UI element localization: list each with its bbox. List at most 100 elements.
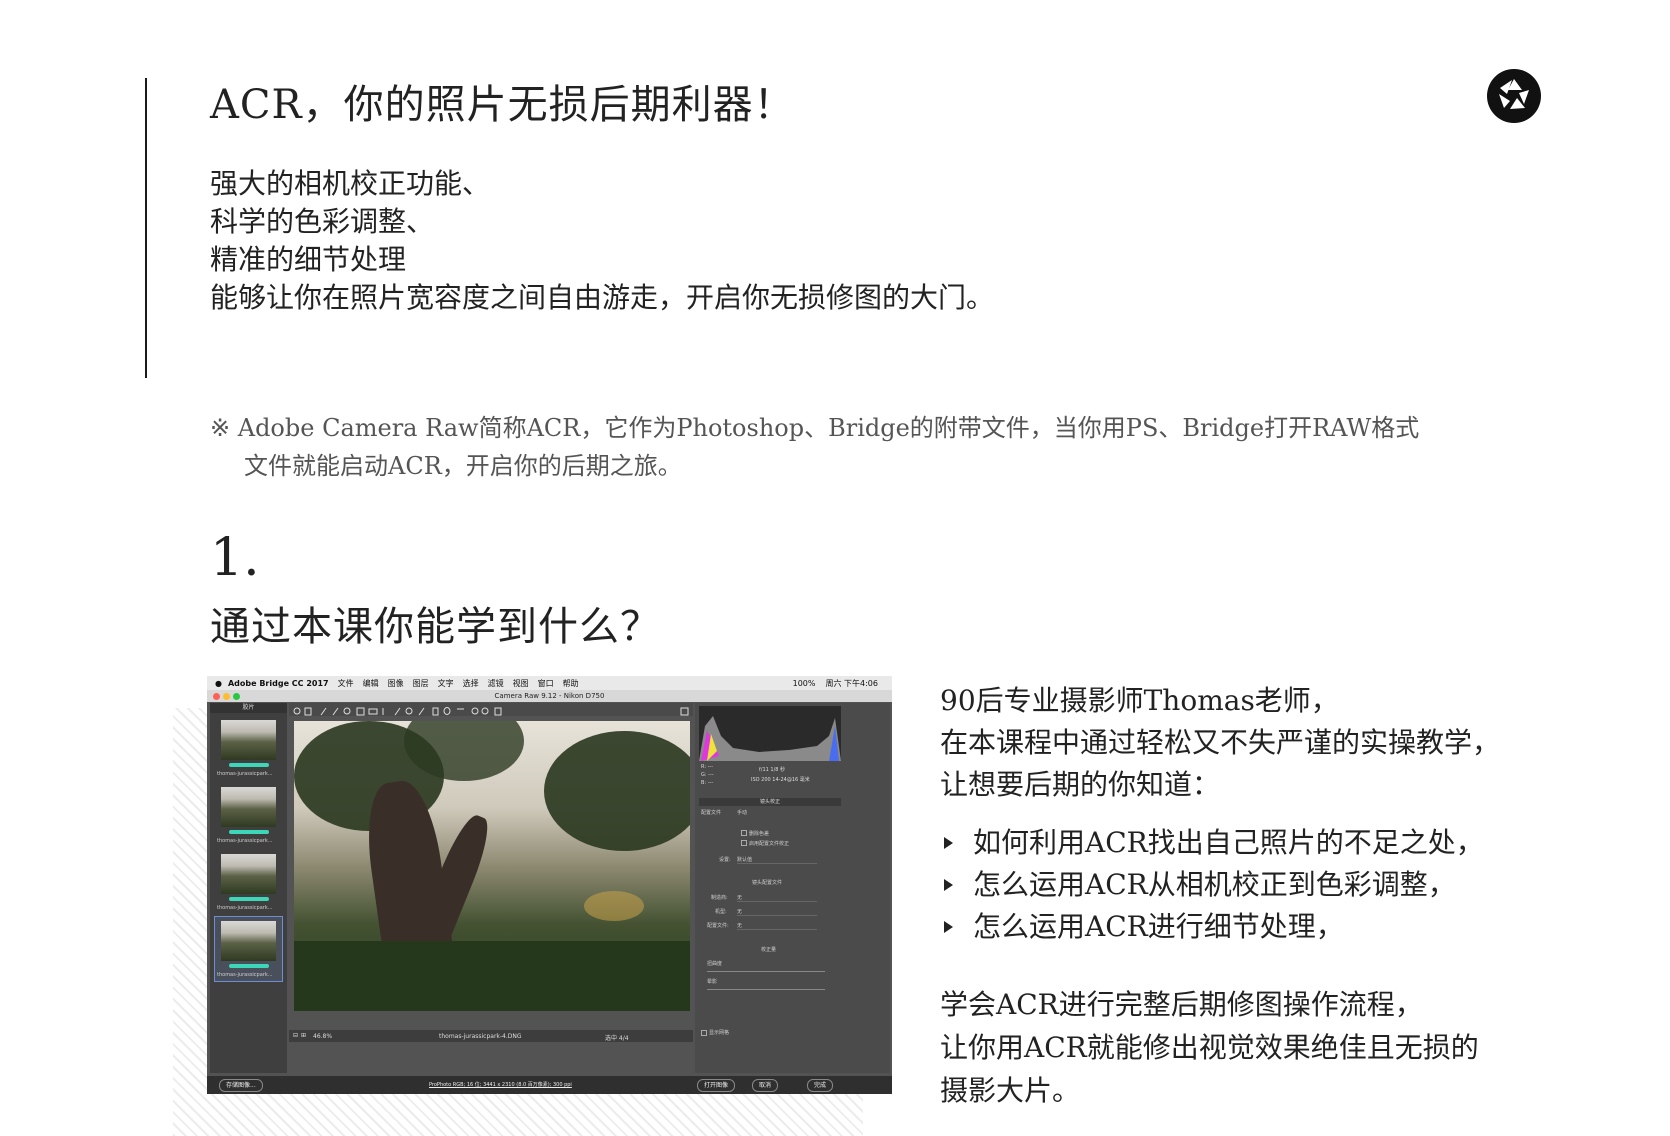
rotate-right-icon[interactable] [481, 707, 489, 715]
thumbnail-image [221, 720, 276, 760]
rotate-left-icon[interactable] [471, 707, 479, 715]
menu-item[interactable]: 图像 [388, 678, 404, 689]
crop-tool-icon[interactable] [356, 707, 365, 716]
setting-label: 设置: [719, 857, 731, 863]
close-window-button[interactable] [213, 693, 220, 700]
thumbnail-image [221, 854, 276, 894]
hand-tool-icon[interactable] [304, 707, 312, 716]
intro-text-line: 让想要后期的你知道： [940, 768, 1221, 801]
zoom-tool-icon[interactable] [293, 707, 301, 715]
distortion-slider[interactable] [707, 971, 825, 972]
gradient-filter-icon[interactable] [432, 707, 439, 716]
rating-dots[interactable] [229, 830, 269, 834]
zoom-window-button[interactable] [233, 693, 240, 700]
menu-item[interactable]: 编辑 [363, 678, 379, 689]
fullscreen-icon[interactable] [680, 707, 689, 716]
profile-correction-label: 启用配置文件校正 [749, 841, 790, 847]
mac-menubar: ● Adobe Bridge CC 2017 文件 编辑 图像 图层 文字 选择… [207, 676, 892, 690]
zoom-plus-icon[interactable]: ⊞ [301, 1032, 306, 1039]
thumbnail-label: thomas-jurassicpark... [217, 905, 273, 911]
menu-item[interactable]: 视图 [513, 678, 529, 689]
cancel-button[interactable]: 取消 [752, 1079, 779, 1092]
profile-correction-checkbox[interactable] [741, 840, 747, 846]
acr-note: ※ Adobe Camera Raw简称ACR，它作为Photoshop、Bri… [210, 409, 1520, 485]
target-adjust-icon[interactable] [343, 707, 351, 715]
menu-item[interactable]: 滤镜 [488, 678, 504, 689]
radial-filter-icon[interactable] [443, 707, 451, 715]
tab-manual[interactable]: 手动 [737, 809, 747, 816]
tab-profile[interactable]: 配置文件 [701, 809, 721, 816]
preview-photo[interactable] [294, 721, 690, 1011]
intro-line: 精准的细节处理 [210, 243, 407, 276]
straighten-tool-icon[interactable] [368, 708, 378, 715]
save-image-button[interactable]: 存储图像... [219, 1079, 263, 1092]
course-outcome: 学会ACR进行完整后期修图操作流程， 让你用ACR就能修出视觉效果绝佳且无损的 … [940, 983, 1479, 1112]
note-line-1: ※ Adobe Camera Raw简称ACR，它作为Photoshop、Bri… [210, 414, 1420, 442]
menu-item[interactable]: 文件 [338, 678, 354, 689]
rating-dots[interactable] [229, 964, 269, 968]
vignette-slider[interactable] [707, 989, 825, 990]
show-grid-checkbox[interactable] [701, 1030, 707, 1036]
menu-item[interactable]: 窗口 [538, 678, 554, 689]
menu-item[interactable]: 文字 [438, 678, 454, 689]
bullet-triangle-icon [944, 921, 953, 933]
trash-icon[interactable] [494, 707, 502, 716]
open-image-button[interactable]: 打开图像 [697, 1079, 736, 1092]
done-button[interactable]: 完成 [807, 1079, 834, 1092]
profile-label: 配置文件: [707, 923, 729, 929]
photo-foreground [294, 941, 690, 1011]
spot-removal-icon[interactable] [394, 707, 401, 716]
window-title: Camera Raw 9.12 - Nikon D750 [207, 690, 892, 702]
rating-dots[interactable] [229, 897, 269, 901]
thumbnail-image [221, 921, 276, 961]
bullet-item: 怎么运用ACR进行细节处理， [940, 906, 1484, 948]
section-number: 1. [210, 528, 260, 588]
workflow-options-link[interactable]: ProPhoto RGB; 16 位; 3441 x 2310 (8.0 百万像… [429, 1081, 572, 1088]
intro-line: 科学的色彩调整、 [210, 205, 435, 238]
bullet-triangle-icon [944, 837, 953, 849]
zoom-level[interactable]: 46.8% [313, 1033, 332, 1040]
apple-icon[interactable]: ● [215, 679, 222, 688]
aperture-logo-icon [1487, 69, 1541, 123]
panel-title: 镜头校正 [699, 798, 841, 806]
remove-ca-label: 删除色差 [749, 831, 770, 837]
exposure-info: f/11 1/8 秒 [759, 767, 786, 773]
zoom-status: 100% [792, 678, 816, 688]
rating-dots[interactable] [229, 763, 269, 767]
film-thumbnail-selected[interactable]: thomas-jurassicpark... [214, 916, 283, 982]
minimize-window-button[interactable] [223, 693, 230, 700]
image-metadata: R: --- G: --- B: --- f/11 1/8 秒 ISO 200 … [699, 764, 841, 790]
setting-select[interactable]: 默认值 [737, 856, 817, 864]
menu-item[interactable]: 帮助 [563, 678, 579, 689]
toolbar-icons [293, 707, 689, 716]
rgb-readout-g: G: --- [701, 772, 714, 778]
page-title: ACR，你的照片无损后期利器！ [210, 82, 795, 128]
film-thumbnail[interactable]: thomas-jurassicpark... [215, 850, 282, 914]
thumbnail-label: thomas-jurassicpark... [217, 771, 273, 777]
intro-line: 能够让你在照片宽容度之间自由游走，开启你无损修图的大门。 [210, 281, 995, 314]
white-balance-tool-icon[interactable] [320, 707, 327, 716]
color-sampler-icon[interactable] [332, 707, 339, 716]
tool-bar [289, 703, 693, 716]
lens-profile-heading: 镜头配置文件 [752, 880, 783, 886]
menu-item[interactable]: 选择 [463, 678, 479, 689]
film-thumbnail[interactable]: thomas-jurassicpark... [215, 783, 282, 847]
zoom-minus-icon[interactable]: ⊟ [293, 1032, 298, 1039]
film-thumbnail[interactable]: thomas-jurassicpark... [215, 716, 282, 780]
amount-heading: 校正量 [761, 947, 777, 953]
intro-text-line: 90后专业摄影师Thomas老师， [940, 684, 1339, 717]
selection-count: 选中 4/4 [605, 1035, 629, 1042]
remove-ca-checkbox[interactable] [741, 830, 747, 836]
outcome-line: 摄影大片。 [940, 1074, 1081, 1107]
red-eye-icon[interactable] [405, 707, 413, 715]
menu-item[interactable]: 图层 [413, 678, 429, 689]
make-select[interactable]: 无 [737, 894, 817, 902]
model-select[interactable]: 无 [737, 908, 817, 916]
photo-canopy-right [544, 731, 690, 851]
outcome-line: 让你用ACR就能修出视觉效果绝佳且无损的 [940, 1031, 1479, 1064]
menu-app-name[interactable]: Adobe Bridge CC 2017 [228, 679, 329, 688]
profile-select[interactable]: 无 [737, 922, 817, 930]
brush-tool-icon[interactable] [418, 707, 425, 716]
photo-sunlight [584, 891, 644, 921]
iso-lens-info: ISO 200 14-24@16 毫米 [751, 777, 810, 783]
